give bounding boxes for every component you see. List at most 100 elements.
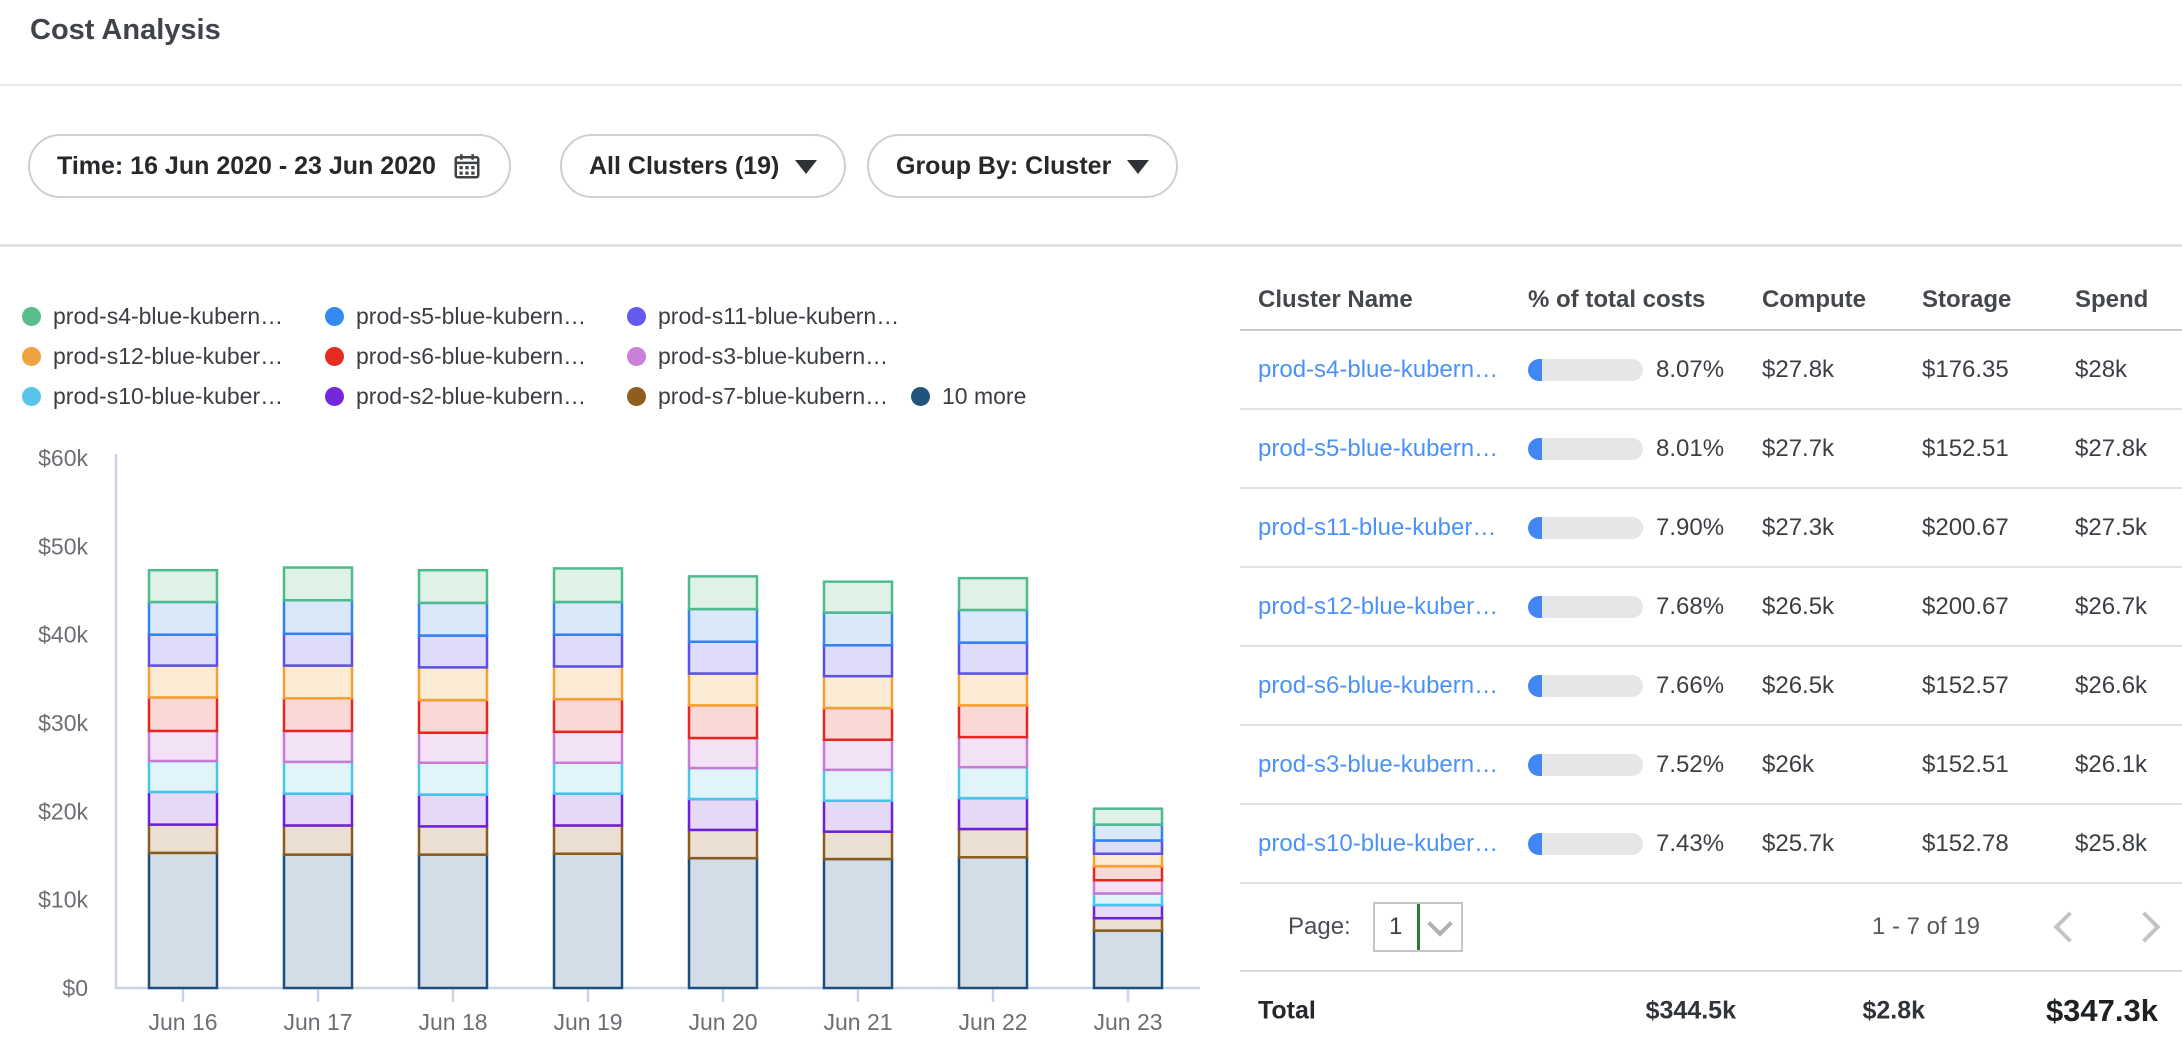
bar-segment-prod-s11-blue-kubern-jun-22[interactable] (959, 643, 1027, 674)
legend-item-prod-s10-blue-kuber[interactable]: prod-s10-blue-kuber… (22, 383, 325, 410)
bar-segment-prod-s3-blue-kubern-jun-20[interactable] (689, 738, 757, 768)
bar-segment-prod-s2-blue-kubern-jun-16[interactable] (149, 792, 217, 825)
bar-segment-prod-s10-blue-kuber-jun-16[interactable] (149, 761, 217, 792)
groupby-filter-button[interactable]: Group By: Cluster (867, 134, 1178, 198)
bar-segment-prod-s7-blue-kubern-jun-20[interactable] (689, 830, 757, 858)
bar-segment-prod-s6-blue-kubern-jun-21[interactable] (824, 708, 892, 740)
bar-segment-prod-s11-blue-kubern-jun-21[interactable] (824, 645, 892, 676)
bar-segment-10-more-jun-23[interactable] (1094, 931, 1162, 988)
bar-segment-prod-s12-blue-kuber-jun-16[interactable] (149, 666, 217, 698)
bar-segment-prod-s10-blue-kuber-jun-23[interactable] (1094, 893, 1162, 904)
cluster-name-link[interactable]: prod-s6-blue-kubern… (1258, 672, 1528, 700)
bar-segment-10-more-jun-17[interactable] (284, 855, 352, 988)
bar-segment-prod-s11-blue-kubern-jun-17[interactable] (284, 634, 352, 666)
bar-segment-prod-s4-blue-kubern-jun-19[interactable] (554, 568, 622, 602)
bar-segment-prod-s5-blue-kubern-jun-19[interactable] (554, 602, 622, 635)
bar-segment-prod-s2-blue-kubern-jun-22[interactable] (959, 798, 1027, 829)
legend-item-prod-s4-blue-kubern[interactable]: prod-s4-blue-kubern… (22, 303, 325, 330)
bar-segment-prod-s10-blue-kuber-jun-17[interactable] (284, 762, 352, 794)
prev-page-button[interactable] (2058, 916, 2080, 938)
bar-segment-prod-s6-blue-kubern-jun-19[interactable] (554, 699, 622, 732)
bar-segment-prod-s7-blue-kubern-jun-17[interactable] (284, 825, 352, 854)
bar-segment-prod-s7-blue-kubern-jun-21[interactable] (824, 832, 892, 859)
bar-segment-prod-s5-blue-kubern-jun-21[interactable] (824, 613, 892, 646)
bar-segment-prod-s10-blue-kuber-jun-21[interactable] (824, 770, 892, 801)
bar-segment-prod-s12-blue-kuber-jun-22[interactable] (959, 674, 1027, 706)
legend-item-10-more[interactable]: 10 more (911, 383, 1026, 410)
page-select[interactable]: 1 (1373, 902, 1463, 952)
legend-item-prod-s11-blue-kubern[interactable]: prod-s11-blue-kubern… (627, 303, 911, 330)
bar-segment-prod-s2-blue-kubern-jun-19[interactable] (554, 794, 622, 826)
bar-segment-prod-s3-blue-kubern-jun-19[interactable] (554, 732, 622, 763)
bar-segment-prod-s4-blue-kubern-jun-17[interactable] (284, 568, 352, 601)
legend-item-prod-s5-blue-kubern[interactable]: prod-s5-blue-kubern… (325, 303, 627, 330)
bar-segment-prod-s6-blue-kubern-jun-18[interactable] (419, 700, 487, 733)
legend-item-prod-s12-blue-kuber[interactable]: prod-s12-blue-kuber… (22, 343, 325, 370)
bar-segment-prod-s7-blue-kubern-jun-16[interactable] (149, 825, 217, 853)
bar-segment-prod-s3-blue-kubern-jun-17[interactable] (284, 731, 352, 762)
bar-segment-prod-s12-blue-kuber-jun-20[interactable] (689, 674, 757, 706)
bar-segment-prod-s5-blue-kubern-jun-20[interactable] (689, 609, 757, 642)
bar-segment-prod-s5-blue-kubern-jun-16[interactable] (149, 602, 217, 635)
legend-item-prod-s3-blue-kubern[interactable]: prod-s3-blue-kubern… (627, 343, 911, 370)
bar-segment-prod-s7-blue-kubern-jun-23[interactable] (1094, 918, 1162, 930)
bar-segment-prod-s2-blue-kubern-jun-23[interactable] (1094, 905, 1162, 918)
bar-segment-prod-s6-blue-kubern-jun-22[interactable] (959, 705, 1027, 737)
bar-segment-prod-s5-blue-kubern-jun-17[interactable] (284, 600, 352, 634)
bar-segment-10-more-jun-21[interactable] (824, 859, 892, 988)
bar-segment-prod-s3-blue-kubern-jun-23[interactable] (1094, 880, 1162, 893)
cluster-name-link[interactable]: prod-s5-blue-kubern… (1258, 435, 1528, 463)
bar-segment-prod-s12-blue-kuber-jun-21[interactable] (824, 676, 892, 708)
legend-item-prod-s2-blue-kubern[interactable]: prod-s2-blue-kubern… (325, 383, 627, 410)
bar-segment-prod-s7-blue-kubern-jun-19[interactable] (554, 825, 622, 853)
bar-segment-prod-s4-blue-kubern-jun-16[interactable] (149, 570, 217, 602)
bar-segment-prod-s2-blue-kubern-jun-18[interactable] (419, 795, 487, 827)
cluster-name-link[interactable]: prod-s4-blue-kubern… (1258, 356, 1528, 384)
next-page-button[interactable] (2134, 916, 2156, 938)
legend-item-prod-s6-blue-kubern[interactable]: prod-s6-blue-kubern… (325, 343, 627, 370)
bar-segment-prod-s2-blue-kubern-jun-17[interactable] (284, 794, 352, 826)
cluster-name-link[interactable]: prod-s12-blue-kuber… (1258, 593, 1528, 621)
bar-segment-10-more-jun-18[interactable] (419, 855, 487, 988)
bar-segment-prod-s4-blue-kubern-jun-21[interactable] (824, 582, 892, 613)
bar-segment-10-more-jun-19[interactable] (554, 854, 622, 988)
bar-segment-prod-s12-blue-kuber-jun-19[interactable] (554, 666, 622, 699)
bar-segment-prod-s10-blue-kuber-jun-18[interactable] (419, 763, 487, 795)
bar-segment-prod-s3-blue-kubern-jun-18[interactable] (419, 733, 487, 763)
bar-segment-prod-s6-blue-kubern-jun-16[interactable] (149, 697, 217, 731)
bar-segment-prod-s5-blue-kubern-jun-18[interactable] (419, 603, 487, 636)
bar-segment-prod-s4-blue-kubern-jun-20[interactable] (689, 576, 757, 609)
bar-segment-prod-s11-blue-kubern-jun-23[interactable] (1094, 840, 1162, 853)
bar-segment-prod-s4-blue-kubern-jun-22[interactable] (959, 578, 1027, 610)
bar-segment-prod-s11-blue-kubern-jun-18[interactable] (419, 636, 487, 668)
bar-segment-prod-s6-blue-kubern-jun-20[interactable] (689, 705, 757, 738)
bar-segment-prod-s5-blue-kubern-jun-23[interactable] (1094, 825, 1162, 841)
bar-segment-prod-s3-blue-kubern-jun-16[interactable] (149, 731, 217, 761)
time-filter-button[interactable]: Time: 16 Jun 2020 - 23 Jun 2020 (28, 134, 511, 198)
bar-segment-prod-s10-blue-kuber-jun-20[interactable] (689, 768, 757, 799)
bar-segment-10-more-jun-22[interactable] (959, 857, 1027, 988)
bar-segment-prod-s3-blue-kubern-jun-22[interactable] (959, 737, 1027, 767)
bar-segment-prod-s2-blue-kubern-jun-20[interactable] (689, 799, 757, 830)
cluster-name-link[interactable]: prod-s10-blue-kuber… (1258, 830, 1528, 858)
bar-segment-prod-s3-blue-kubern-jun-21[interactable] (824, 740, 892, 770)
cluster-name-link[interactable]: prod-s11-blue-kuber… (1258, 514, 1528, 542)
clusters-filter-button[interactable]: All Clusters (19) (560, 134, 846, 198)
cluster-name-link[interactable]: prod-s3-blue-kubern… (1258, 751, 1528, 779)
bar-segment-prod-s12-blue-kuber-jun-17[interactable] (284, 666, 352, 699)
bar-segment-prod-s5-blue-kubern-jun-22[interactable] (959, 610, 1027, 643)
bar-segment-prod-s6-blue-kubern-jun-17[interactable] (284, 698, 352, 731)
bar-segment-prod-s10-blue-kuber-jun-19[interactable] (554, 763, 622, 794)
bar-segment-prod-s2-blue-kubern-jun-21[interactable] (824, 801, 892, 832)
bar-segment-prod-s12-blue-kuber-jun-18[interactable] (419, 667, 487, 700)
legend-item-prod-s7-blue-kubern[interactable]: prod-s7-blue-kubern… (627, 383, 911, 410)
bar-segment-prod-s11-blue-kubern-jun-20[interactable] (689, 642, 757, 674)
bar-segment-prod-s12-blue-kuber-jun-23[interactable] (1094, 854, 1162, 866)
bar-segment-prod-s7-blue-kubern-jun-22[interactable] (959, 829, 1027, 857)
bar-segment-prod-s4-blue-kubern-jun-23[interactable] (1094, 809, 1162, 825)
bar-segment-prod-s6-blue-kubern-jun-23[interactable] (1094, 866, 1162, 880)
bar-segment-prod-s11-blue-kubern-jun-16[interactable] (149, 635, 217, 666)
bar-segment-prod-s4-blue-kubern-jun-18[interactable] (419, 570, 487, 603)
bar-segment-prod-s11-blue-kubern-jun-19[interactable] (554, 635, 622, 667)
bar-segment-10-more-jun-16[interactable] (149, 853, 217, 988)
